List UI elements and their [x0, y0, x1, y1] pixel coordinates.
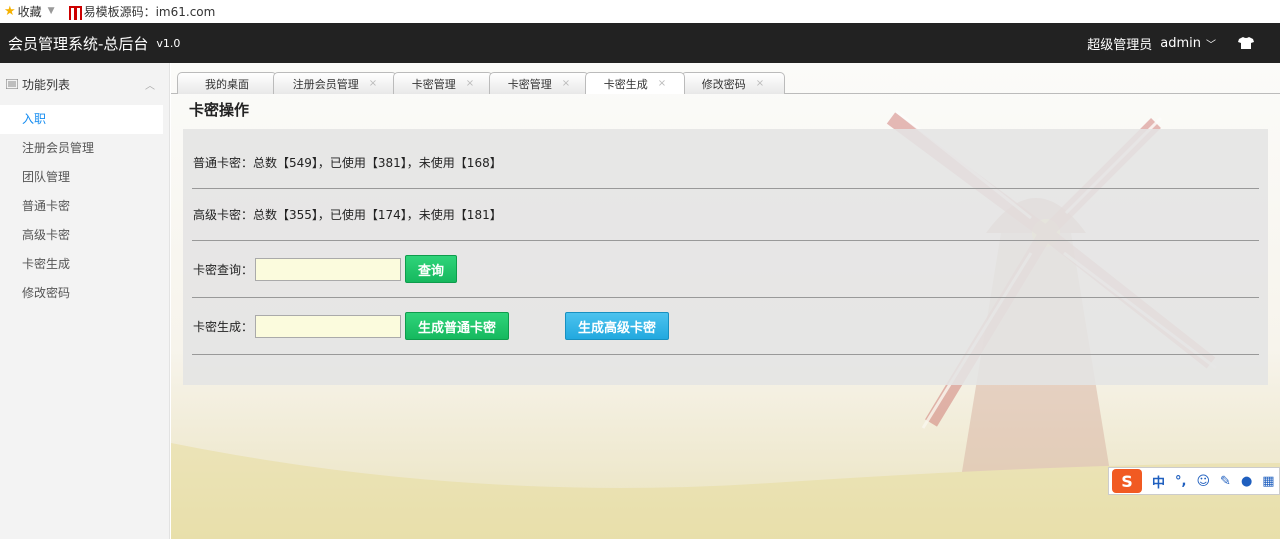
tab-member-management[interactable]: 注册会员管理 ×	[273, 72, 397, 94]
tab-change-password[interactable]: 修改密码 ×	[681, 72, 785, 94]
toolbox-icon[interactable]: ▦	[1262, 474, 1274, 489]
generate-label: 卡密生成：	[193, 319, 254, 334]
chevron-down-icon[interactable]: ▼	[48, 6, 55, 16]
generate-advanced-button[interactable]: 生成高级卡密	[565, 312, 670, 340]
sidebar: 功能列表 ︿ 入职 注册会员管理 团队管理 普通卡密 高级卡密 卡密生成 修改密…	[0, 63, 170, 539]
sidebar-item-normal-card[interactable]: 普通卡密	[0, 192, 169, 221]
site-logo-icon	[68, 5, 82, 20]
close-icon[interactable]: ×	[562, 78, 570, 89]
emoji-icon[interactable]: ☺	[1196, 474, 1210, 489]
pen-icon[interactable]: ✎	[1220, 474, 1231, 489]
favorite-link[interactable]: 易模板源码：im61.com	[84, 3, 216, 20]
card-query-row: 卡密查询： 查询	[192, 241, 1259, 298]
close-icon[interactable]: ×	[658, 78, 666, 89]
user-menu[interactable]: admin ﹀	[1160, 36, 1216, 51]
chevron-down-icon: ﹀	[1206, 39, 1216, 51]
header-right: 超级管理员 admin ﹀	[1087, 34, 1272, 53]
favorites-bar: ★ 收藏 ▼ 易模板源码：im61.com	[0, 0, 1280, 22]
app-version: v1.0	[156, 36, 181, 50]
advanced-card-stats: 高级卡密：总数【355】，已使用【174】，未使用【181】	[193, 208, 502, 222]
close-icon[interactable]: ×	[369, 78, 377, 89]
card-query-input[interactable]	[255, 257, 402, 281]
skin-shirt-icon[interactable]	[1238, 37, 1254, 49]
tab-bar: 我的桌面 注册会员管理 × 卡密管理 × 卡密管理 × 卡密生成 × 修改密码 …	[171, 72, 1280, 94]
close-icon[interactable]: ×	[466, 78, 474, 89]
mic-icon[interactable]: ●	[1241, 474, 1252, 489]
card-generate-input[interactable]	[255, 314, 402, 338]
sidebar-item-team-management[interactable]: 团队管理	[0, 163, 169, 192]
sidebar-menu: 入职 注册会员管理 团队管理 普通卡密 高级卡密 卡密生成 修改密码	[0, 105, 169, 308]
tab-label: 修改密码	[701, 77, 746, 91]
query-button[interactable]: 查询	[405, 255, 458, 283]
tab-label: 我的桌面	[205, 77, 249, 91]
card-generate-row: 卡密生成： 生成普通卡密 生成高级卡密	[192, 298, 1259, 355]
chevron-up-icon[interactable]: ︿	[145, 77, 155, 92]
app-title: 会员管理系统-总后台	[8, 34, 149, 53]
star-icon[interactable]: ★	[4, 4, 16, 19]
close-icon[interactable]: ×	[756, 78, 764, 89]
tab-desktop[interactable]: 我的桌面	[177, 72, 277, 94]
generate-normal-button[interactable]: 生成普通卡密	[405, 312, 510, 340]
ime-mode-toggle[interactable]: 中	[1152, 472, 1165, 491]
ime-punct-toggle[interactable]: °,	[1175, 474, 1186, 489]
page-title: 卡密操作	[189, 101, 250, 119]
normal-card-stats-row: 普通卡密：总数【549】，已使用【381】，未使用【168】	[192, 129, 1259, 189]
tab-card-generate[interactable]: 卡密生成 ×	[585, 72, 685, 94]
sidebar-heading: 功能列表	[22, 77, 71, 92]
tab-label: 卡密管理	[411, 77, 456, 91]
tab-label: 卡密生成	[603, 77, 648, 91]
sidebar-item-onboard[interactable]: 入职	[0, 105, 163, 134]
advanced-card-stats-row: 高级卡密：总数【355】，已使用【174】，未使用【181】	[192, 189, 1259, 241]
sidebar-item-member-management[interactable]: 注册会员管理	[0, 134, 169, 163]
sidebar-item-change-password[interactable]: 修改密码	[0, 279, 169, 308]
top-header: 会员管理系统-总后台 v1.0 超级管理员 admin ﹀	[0, 23, 1280, 63]
list-icon	[6, 79, 18, 89]
sogou-ime-icon[interactable]: S	[1112, 469, 1142, 493]
user-role: 超级管理员	[1087, 37, 1153, 53]
sidebar-item-card-generate[interactable]: 卡密生成	[0, 250, 169, 279]
normal-card-stats: 普通卡密：总数【549】，已使用【381】，未使用【168】	[193, 156, 502, 170]
tab-label: 卡密管理	[507, 77, 552, 91]
sidebar-header: 功能列表 ︿	[0, 63, 169, 105]
tab-label: 注册会员管理	[292, 77, 359, 91]
username: admin	[1160, 35, 1201, 51]
ime-toolbar: S 中 °, ☺ ✎ ● ▦	[1108, 467, 1280, 495]
tab-card-management[interactable]: 卡密管理 ×	[393, 72, 493, 94]
favorites-label[interactable]: 收藏	[18, 3, 42, 20]
sidebar-item-advanced-card[interactable]: 高级卡密	[0, 221, 169, 250]
card-operation-panel: 普通卡密：总数【549】，已使用【381】，未使用【168】 高级卡密：总数【3…	[183, 129, 1268, 385]
query-label: 卡密查询：	[193, 262, 254, 277]
tab-card-management-2[interactable]: 卡密管理 ×	[489, 72, 589, 94]
